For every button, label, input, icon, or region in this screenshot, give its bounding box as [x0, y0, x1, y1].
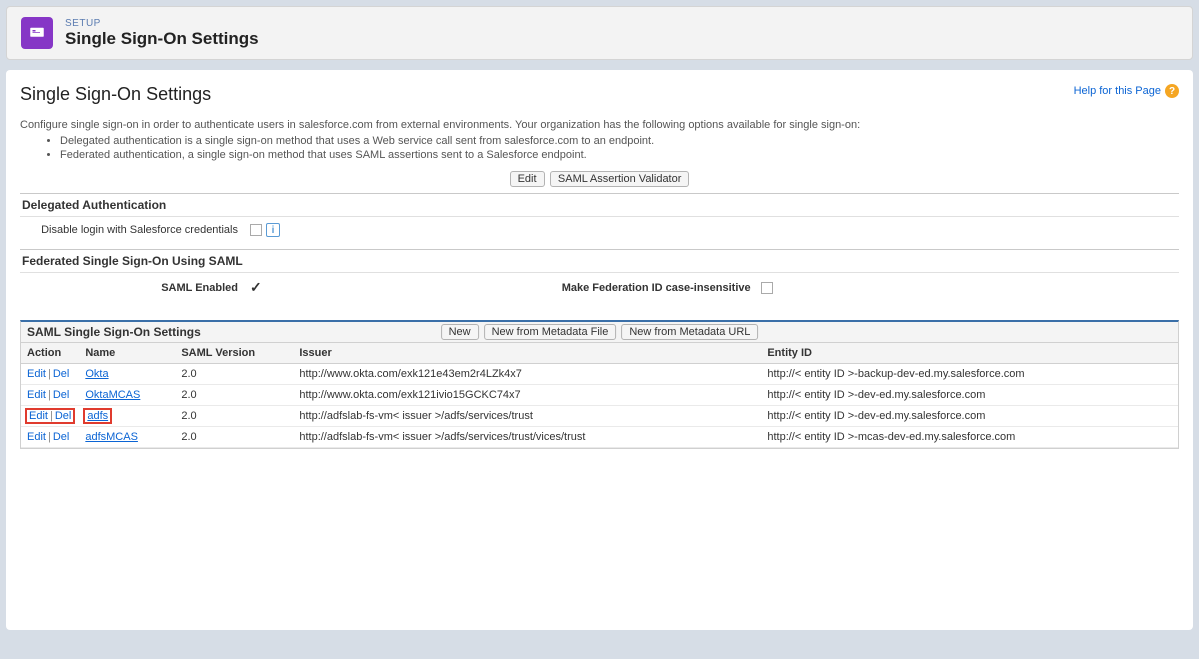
table-row: Edit|Del adfs 2.0http://adfslab-fs-vm< iss…	[21, 406, 1178, 427]
federation-case-label: Make Federation ID case-insensitive	[562, 282, 751, 294]
bullet-list: Delegated authentication is a single sig…	[60, 135, 1179, 161]
name-cell: OktaMCAS	[79, 385, 175, 406]
del-link[interactable]: Del	[53, 431, 70, 443]
saml-validator-button[interactable]: SAML Assertion Validator	[550, 171, 690, 187]
help-label: Help for this Page	[1074, 85, 1161, 97]
federation-case-checkbox[interactable]	[761, 282, 773, 294]
action-cell: Edit|Del	[21, 364, 79, 385]
col-issuer: Issuer	[293, 343, 761, 364]
header-sup: SETUP	[65, 18, 259, 29]
disable-login-checkbox[interactable]	[250, 224, 262, 236]
row-name-link[interactable]: OktaMCAS	[85, 389, 140, 401]
issuer-cell: http://www.okta.com/exk121ivio15GCKC74x7	[293, 385, 761, 406]
issuer-cell: http://adfslab-fs-vm< issuer >/adfs/serv…	[293, 406, 761, 427]
table-title: SAML Single Sign-On Settings	[27, 325, 201, 339]
new-button[interactable]: New	[441, 324, 479, 340]
row-name-link[interactable]: adfs	[87, 410, 108, 422]
help-icon: ?	[1165, 84, 1179, 98]
saml-settings-table: Action Name SAML Version Issuer Entity I…	[21, 343, 1178, 448]
issuer-cell: http://adfslab-fs-vm< issuer >/adfs/serv…	[293, 427, 761, 448]
action-cell: Edit|Del	[21, 385, 79, 406]
del-link[interactable]: Del	[55, 410, 72, 422]
edit-link[interactable]: Edit	[27, 389, 46, 401]
version-cell: 2.0	[175, 385, 293, 406]
page-body: Single Sign-On Settings Help for this Pa…	[6, 70, 1193, 630]
federated-header: Federated Single Sign-On Using SAML	[20, 249, 1179, 273]
issuer-cell: http://www.okta.com/exk121e43em2r4LZk4x7	[293, 364, 761, 385]
new-from-url-button[interactable]: New from Metadata URL	[621, 324, 758, 340]
table-row: Edit|Del adfsMCAS 2.0http://adfslab-fs-vm<…	[21, 427, 1178, 448]
entity-cell: http://< entity ID >-dev-ed.my.salesforc…	[761, 406, 1178, 427]
separator: |	[48, 368, 51, 380]
table-row: Edit|Del OktaMCAS 2.0http://www.okta.com/e…	[21, 385, 1178, 406]
version-cell: 2.0	[175, 364, 293, 385]
version-cell: 2.0	[175, 427, 293, 448]
entity-cell: http://< entity ID >-mcas-dev-ed.my.sale…	[761, 427, 1178, 448]
col-entity: Entity ID	[761, 343, 1178, 364]
separator: |	[48, 431, 51, 443]
bullet-item: Delegated authentication is a single sig…	[60, 135, 1179, 147]
version-cell: 2.0	[175, 406, 293, 427]
saml-enabled-label: SAML Enabled	[20, 282, 250, 294]
info-icon[interactable]: i	[266, 223, 280, 237]
del-link[interactable]: Del	[53, 368, 70, 380]
row-name-link[interactable]: Okta	[85, 368, 108, 380]
delegated-auth-header: Delegated Authentication	[20, 193, 1179, 217]
separator: |	[50, 410, 53, 422]
edit-link[interactable]: Edit	[27, 368, 46, 380]
col-action: Action	[21, 343, 79, 364]
disable-login-label: Disable login with Salesforce credential…	[20, 224, 250, 236]
page-desc: Configure single sign-on in order to aut…	[20, 119, 1179, 131]
new-from-file-button[interactable]: New from Metadata File	[484, 324, 617, 340]
bullet-item: Federated authentication, a single sign-…	[60, 149, 1179, 161]
saml-settings-table-wrap: SAML Single Sign-On Settings New New fro…	[20, 320, 1179, 449]
edit-link[interactable]: Edit	[27, 431, 46, 443]
del-link[interactable]: Del	[53, 389, 70, 401]
page-header: SETUP Single Sign-On Settings	[6, 6, 1193, 60]
col-name: Name	[79, 343, 175, 364]
check-icon: ✓	[250, 279, 262, 296]
row-name-link[interactable]: adfsMCAS	[85, 431, 138, 443]
page-title: Single Sign-On Settings	[20, 84, 211, 105]
help-link[interactable]: Help for this Page ?	[1074, 84, 1179, 98]
separator: |	[48, 389, 51, 401]
entity-cell: http://< entity ID >-backup-dev-ed.my.sa…	[761, 364, 1178, 385]
edit-button[interactable]: Edit	[510, 171, 545, 187]
name-cell: adfs	[79, 406, 175, 427]
action-cell: Edit|Del	[21, 406, 79, 427]
setup-icon	[21, 17, 53, 49]
name-cell: Okta	[79, 364, 175, 385]
col-ver: SAML Version	[175, 343, 293, 364]
entity-cell: http://< entity ID >-dev-ed.my.salesforc…	[761, 385, 1178, 406]
header-title: Single Sign-On Settings	[65, 29, 259, 49]
table-row: Edit|Del Okta 2.0http://www.okta.com/exk12…	[21, 364, 1178, 385]
name-cell: adfsMCAS	[79, 427, 175, 448]
edit-link[interactable]: Edit	[29, 410, 48, 422]
action-cell: Edit|Del	[21, 427, 79, 448]
